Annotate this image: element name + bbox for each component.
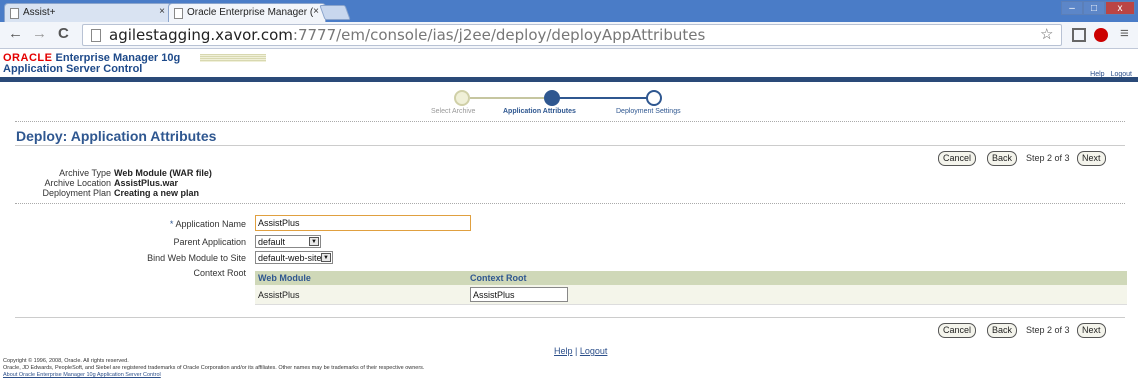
chevron-down-icon: ▼ [309, 237, 319, 246]
back-button[interactable]: Back [987, 323, 1018, 338]
cancel-button[interactable]: Cancel [938, 151, 977, 166]
address-bar[interactable]: agilestagging.xavor.com:7777/em/console/… [82, 24, 1062, 46]
about-link[interactable]: About Oracle Enterprise Manager 10g Appl… [3, 372, 161, 378]
page-icon [174, 8, 183, 19]
required-marker: * [169, 219, 174, 229]
next-label: Next [1082, 153, 1101, 163]
next-button[interactable]: Next [1077, 323, 1106, 338]
next-button[interactable]: Next [1077, 151, 1106, 166]
reload-icon[interactable]: C [58, 25, 69, 42]
page-title: Deploy: Application Attributes [16, 128, 217, 144]
page-icon [91, 29, 101, 42]
archive-type-label: Archive Type [59, 168, 111, 178]
tab-assist[interactable]: Assist+ × [4, 3, 172, 22]
star-icon[interactable]: ☆ [1040, 25, 1053, 43]
forward-arrow-icon[interactable]: → [32, 25, 47, 42]
divider [15, 203, 1125, 204]
minimize-button[interactable]: – [1061, 1, 1083, 15]
brand-stripe [200, 54, 266, 62]
cancel-label: Cancel [943, 325, 972, 335]
table-row: AssistPlus AssistPlus [255, 285, 1127, 305]
train-label: Application Attributes [503, 108, 576, 115]
bind-site-select[interactable]: default-web-site ▼ [255, 251, 333, 264]
step-train: Select Archive Application Attributes De… [0, 90, 1138, 120]
footer-links: Help | Logout [554, 346, 607, 356]
bind-web-module-label: Bind Web Module to Site [147, 253, 246, 263]
train-connector [552, 97, 648, 99]
deployment-plan-row: Deployment Plan Creating a new plan [0, 188, 199, 198]
deployment-plan-label: Deployment Plan [42, 188, 111, 198]
tab-title: Oracle Enterprise Manager ( [187, 7, 314, 18]
footer-separator: | [575, 346, 578, 356]
menu-icon[interactable]: ≡ [1120, 25, 1129, 42]
back-button[interactable]: Back [987, 151, 1018, 166]
divider [15, 317, 1125, 318]
copyright-text: Copyright © 1996, 2008, Oracle. All righ… [3, 358, 129, 364]
column-header-web-module: Web Module [255, 271, 467, 285]
divider [15, 121, 1125, 122]
application-name-label: * Application Name [16, 219, 246, 229]
back-label: Back [992, 153, 1013, 163]
cast-icon[interactable] [1072, 28, 1086, 42]
train-label: Deployment Settings [616, 108, 681, 115]
application-name-label-text: Application Name [175, 219, 246, 229]
page-icon [10, 8, 19, 19]
header-bar [0, 77, 1138, 82]
new-tab-button[interactable] [319, 5, 351, 20]
maximize-button[interactable]: □ [1083, 1, 1105, 15]
parent-application-select[interactable]: default ▼ [255, 235, 321, 248]
url-path: :7777/em/console/ias/j2ee/deploy/deployA… [292, 26, 706, 44]
footer-help-link[interactable]: Help [554, 346, 573, 356]
context-root-label: Context Root [193, 268, 246, 278]
browser-tab-strip: Assist+ × Oracle Enterprise Manager ( × … [0, 0, 1138, 22]
context-root-input[interactable]: AssistPlus [470, 287, 568, 302]
step-indicator: Step 2 of 3 [1026, 325, 1070, 335]
parent-application-value: default [258, 237, 286, 247]
divider [15, 145, 1125, 146]
archive-type-row: Archive Type Web Module (WAR file) [0, 168, 212, 178]
train-step-deployment-settings [646, 90, 662, 106]
train-connector [470, 97, 544, 99]
extension-icon[interactable] [1094, 28, 1108, 42]
deployment-plan-value: Creating a new plan [114, 188, 200, 198]
step-indicator: Step 2 of 3 [1026, 153, 1070, 163]
application-name-input[interactable]: AssistPlus [255, 215, 471, 231]
footer-logout-link[interactable]: Logout [580, 346, 608, 356]
cancel-label: Cancel [943, 153, 972, 163]
close-icon[interactable]: × [313, 6, 319, 17]
tab-oracle-em[interactable]: Oracle Enterprise Manager ( × [168, 3, 326, 22]
train-step-select-archive[interactable] [454, 90, 470, 106]
column-header-context-root: Context Root [467, 271, 1127, 285]
context-root-table: Web Module Context Root AssistPlus Assis… [255, 271, 1127, 305]
close-icon[interactable]: × [159, 6, 165, 17]
archive-location-label: Archive Location [44, 178, 111, 188]
archive-type-value: Web Module (WAR file) [114, 168, 212, 178]
back-arrow-icon[interactable]: ← [8, 25, 23, 42]
cancel-button[interactable]: Cancel [938, 323, 977, 338]
bind-site-value: default-web-site [258, 253, 322, 263]
url-host: agilestagging.xavor.com [109, 26, 293, 44]
context-root-cell: AssistPlus [467, 285, 1127, 305]
archive-location-row: Archive Location AssistPlus.war [0, 178, 178, 188]
chevron-down-icon: ▼ [321, 253, 331, 262]
browser-toolbar: ← → C agilestagging.xavor.com:7777/em/co… [0, 22, 1138, 49]
about-link-row: About Oracle Enterprise Manager 10g Appl… [3, 372, 161, 378]
window-close-button[interactable]: x [1105, 1, 1135, 15]
trademark-text: Oracle, JD Edwards, PeopleSoft, and Sieb… [3, 365, 425, 371]
product-subtitle: Application Server Control [3, 63, 143, 75]
next-label: Next [1082, 325, 1101, 335]
train-label: Select Archive [431, 108, 476, 115]
web-module-cell: AssistPlus [255, 285, 467, 305]
tab-title: Assist+ [23, 7, 56, 18]
archive-location-value: AssistPlus.war [114, 178, 179, 188]
train-step-application-attributes [544, 90, 560, 106]
parent-application-label: Parent Application [173, 237, 246, 247]
back-label: Back [992, 325, 1013, 335]
